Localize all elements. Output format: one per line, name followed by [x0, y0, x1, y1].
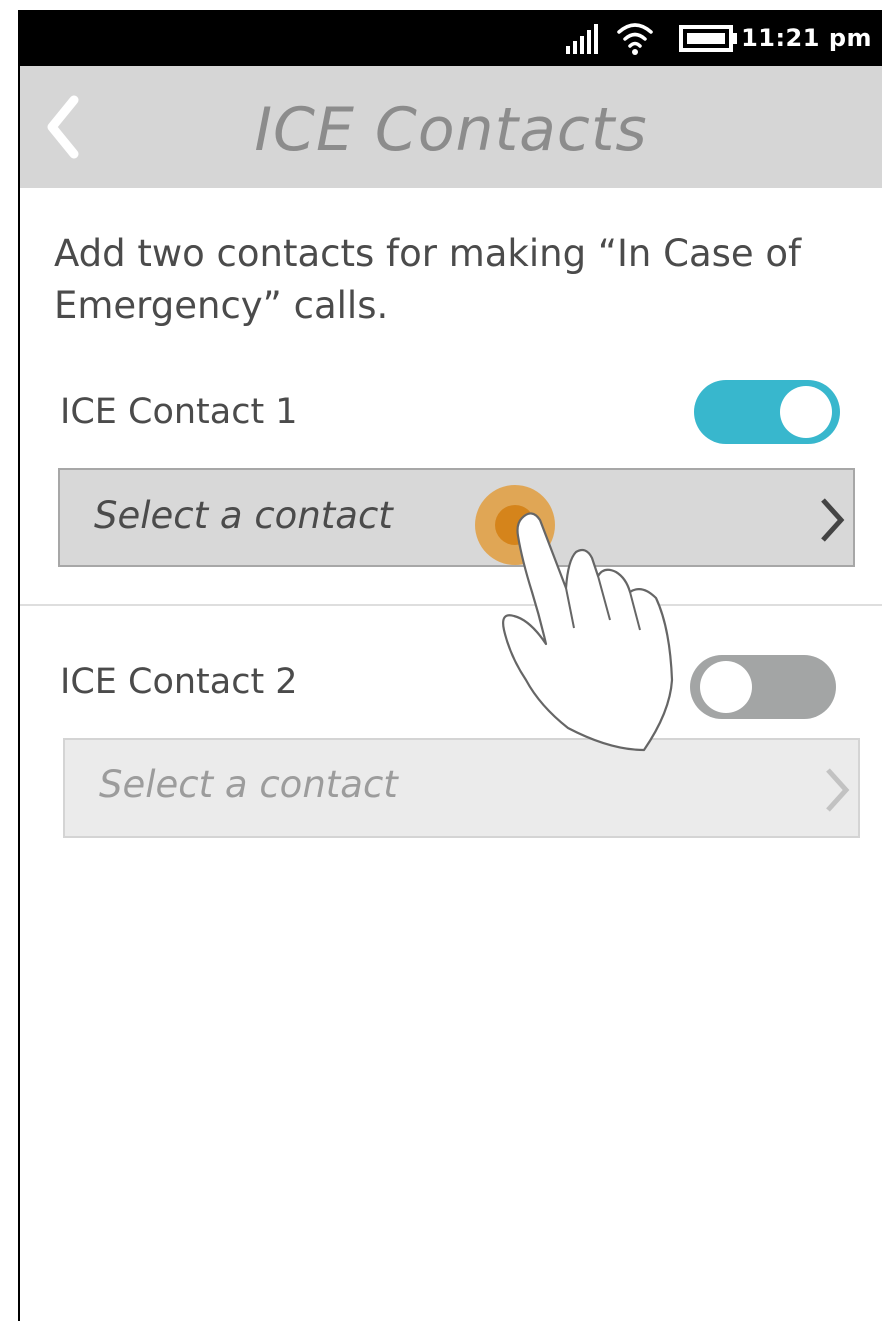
- contact-2-select-placeholder: Select a contact: [99, 763, 398, 806]
- contact-1-label: ICE Contact 1: [60, 392, 298, 432]
- intro-text: Add two contacts for making “In Case of …: [54, 232, 802, 327]
- contact-2-select[interactable]: Select a contact: [63, 738, 860, 838]
- signal-icon: [566, 24, 598, 54]
- chevron-right-icon: [821, 498, 845, 542]
- contact-2-toggle[interactable]: [690, 655, 836, 719]
- section-divider: [20, 604, 882, 606]
- toggle-knob: [700, 661, 752, 713]
- wifi-icon: [617, 23, 653, 55]
- frame-top: [0, 0, 882, 10]
- chevron-left-icon[interactable]: [40, 92, 84, 162]
- app-bar: ICE Contacts: [20, 66, 882, 188]
- page-title: ICE Contacts: [254, 95, 648, 165]
- status-bar: 11:21 pm: [20, 10, 882, 66]
- contact-1-select[interactable]: Select a contact: [58, 468, 855, 567]
- toggle-knob: [780, 386, 832, 438]
- battery-icon: [679, 25, 737, 52]
- contact-1-toggle[interactable]: [694, 380, 840, 444]
- chevron-right-icon: [826, 768, 850, 812]
- status-time: 11:21 pm: [741, 24, 872, 52]
- contact-1-select-placeholder: Select a contact: [94, 494, 393, 537]
- contact-2-label: ICE Contact 2: [60, 662, 298, 702]
- frame-left-border: [18, 10, 20, 1321]
